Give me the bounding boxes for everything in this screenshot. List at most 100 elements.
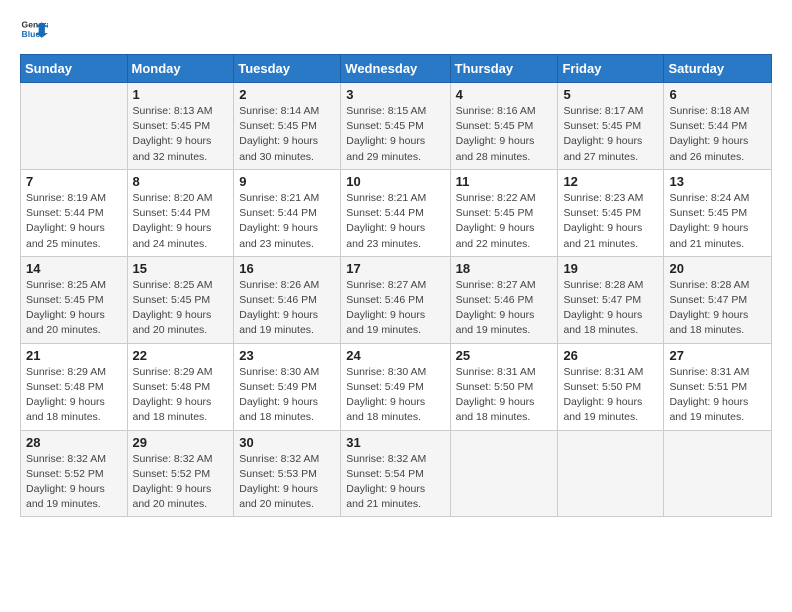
day-number: 10 <box>346 174 444 189</box>
day-info: Sunrise: 8:32 AMSunset: 5:53 PMDaylight:… <box>239 452 335 513</box>
day-info: Sunrise: 8:32 AMSunset: 5:52 PMDaylight:… <box>26 452 122 513</box>
day-info: Sunrise: 8:28 AMSunset: 5:47 PMDaylight:… <box>563 278 658 339</box>
day-cell: 11Sunrise: 8:22 AMSunset: 5:45 PMDayligh… <box>450 169 558 256</box>
day-number: 15 <box>133 261 229 276</box>
header-cell-wednesday: Wednesday <box>341 55 450 83</box>
day-cell: 19 Sunrise: 8:28 AMSunset: 5:47 PMDayligh… <box>558 256 664 343</box>
day-info: Sunrise: 8:30 AMSunset: 5:49 PMDaylight:… <box>239 365 335 426</box>
day-cell <box>21 83 128 170</box>
day-number: 8 <box>133 174 229 189</box>
day-info: Sunrise: 8:31 AMSunset: 5:50 PMDaylight:… <box>456 365 553 426</box>
day-number: 20 <box>669 261 766 276</box>
day-cell: 2 Sunrise: 8:14 AMSunset: 5:45 PMDaylight… <box>234 83 341 170</box>
page: General Blue SundayMondayTuesdayWednesda… <box>0 0 792 612</box>
calendar-body: 1Sunrise: 8:13 AMSunset: 5:45 PMDaylight… <box>21 83 772 517</box>
week-row-4: 28Sunrise: 8:32 AMSunset: 5:52 PMDayligh… <box>21 430 772 517</box>
day-number: 11 <box>456 174 553 189</box>
header: General Blue <box>20 16 772 44</box>
day-number: 25 <box>456 348 553 363</box>
header-row: SundayMondayTuesdayWednesdayThursdayFrid… <box>21 55 772 83</box>
day-info: Sunrise: 8:21 AMSunset: 5:44 PMDaylight:… <box>239 191 335 252</box>
day-cell: 24 Sunrise: 8:30 AMSunset: 5:49 PMDayligh… <box>341 343 450 430</box>
day-cell: 7 Sunrise: 8:19 AMSunset: 5:44 PMDaylight… <box>21 169 128 256</box>
day-number: 9 <box>239 174 335 189</box>
day-number: 2 <box>239 87 335 102</box>
day-cell: 14 Sunrise: 8:25 AMSunset: 5:45 PMDayligh… <box>21 256 128 343</box>
day-info: Sunrise: 8:29 AMSunset: 5:48 PMDaylight:… <box>133 365 229 426</box>
day-cell: 3Sunrise: 8:15 AMSunset: 5:45 PMDaylight… <box>341 83 450 170</box>
week-row-3: 21 Sunrise: 8:29 AMSunset: 5:48 PMDayligh… <box>21 343 772 430</box>
day-number: 6 <box>669 87 766 102</box>
header-cell-saturday: Saturday <box>664 55 772 83</box>
day-info: Sunrise: 8:25 AMSunset: 5:45 PMDaylight:… <box>26 278 122 339</box>
day-cell: 29Sunrise: 8:32 AMSunset: 5:52 PMDayligh… <box>127 430 234 517</box>
day-cell: 21 Sunrise: 8:29 AMSunset: 5:48 PMDayligh… <box>21 343 128 430</box>
day-cell: 30 Sunrise: 8:32 AMSunset: 5:53 PMDayligh… <box>234 430 341 517</box>
day-cell: 10 Sunrise: 8:21 AMSunset: 5:44 PMDayligh… <box>341 169 450 256</box>
day-number: 13 <box>669 174 766 189</box>
day-info: Sunrise: 8:32 AMSunset: 5:54 PMDaylight:… <box>346 452 444 513</box>
day-number: 29 <box>133 435 229 450</box>
day-cell: 28Sunrise: 8:32 AMSunset: 5:52 PMDayligh… <box>21 430 128 517</box>
day-number: 3 <box>346 87 444 102</box>
day-number: 26 <box>563 348 658 363</box>
day-cell: 8 Sunrise: 8:20 AMSunset: 5:44 PMDaylight… <box>127 169 234 256</box>
header-cell-thursday: Thursday <box>450 55 558 83</box>
day-cell: 1Sunrise: 8:13 AMSunset: 5:45 PMDaylight… <box>127 83 234 170</box>
day-cell: 26 Sunrise: 8:31 AMSunset: 5:50 PMDayligh… <box>558 343 664 430</box>
day-info: Sunrise: 8:31 AMSunset: 5:50 PMDaylight:… <box>563 365 658 426</box>
header-cell-friday: Friday <box>558 55 664 83</box>
day-cell: 31 Sunrise: 8:32 AMSunset: 5:54 PMDayligh… <box>341 430 450 517</box>
day-number: 16 <box>239 261 335 276</box>
day-cell <box>450 430 558 517</box>
day-cell: 23 Sunrise: 8:30 AMSunset: 5:49 PMDayligh… <box>234 343 341 430</box>
day-number: 4 <box>456 87 553 102</box>
day-number: 30 <box>239 435 335 450</box>
day-number: 17 <box>346 261 444 276</box>
day-number: 19 <box>563 261 658 276</box>
day-cell: 22 Sunrise: 8:29 AMSunset: 5:48 PMDayligh… <box>127 343 234 430</box>
day-cell: 4 Sunrise: 8:16 AMSunset: 5:45 PMDaylight… <box>450 83 558 170</box>
day-info: Sunrise: 8:30 AMSunset: 5:49 PMDaylight:… <box>346 365 444 426</box>
day-info: Sunrise: 8:31 AMSunset: 5:51 PMDaylight:… <box>669 365 766 426</box>
day-info: Sunrise: 8:18 AMSunset: 5:44 PMDaylight:… <box>669 104 766 165</box>
day-info: Sunrise: 8:25 AMSunset: 5:45 PMDaylight:… <box>133 278 229 339</box>
header-cell-tuesday: Tuesday <box>234 55 341 83</box>
week-row-1: 7 Sunrise: 8:19 AMSunset: 5:44 PMDaylight… <box>21 169 772 256</box>
day-cell: 9 Sunrise: 8:21 AMSunset: 5:44 PMDaylight… <box>234 169 341 256</box>
header-cell-sunday: Sunday <box>21 55 128 83</box>
week-row-2: 14 Sunrise: 8:25 AMSunset: 5:45 PMDayligh… <box>21 256 772 343</box>
day-info: Sunrise: 8:24 AMSunset: 5:45 PMDaylight:… <box>669 191 766 252</box>
day-cell: 12 Sunrise: 8:23 AMSunset: 5:45 PMDayligh… <box>558 169 664 256</box>
day-number: 21 <box>26 348 122 363</box>
day-cell: 27Sunrise: 8:31 AMSunset: 5:51 PMDayligh… <box>664 343 772 430</box>
day-info: Sunrise: 8:23 AMSunset: 5:45 PMDaylight:… <box>563 191 658 252</box>
day-info: Sunrise: 8:20 AMSunset: 5:44 PMDaylight:… <box>133 191 229 252</box>
day-info: Sunrise: 8:16 AMSunset: 5:45 PMDaylight:… <box>456 104 553 165</box>
day-info: Sunrise: 8:29 AMSunset: 5:48 PMDaylight:… <box>26 365 122 426</box>
day-cell: 13 Sunrise: 8:24 AMSunset: 5:45 PMDayligh… <box>664 169 772 256</box>
day-number: 7 <box>26 174 122 189</box>
day-info: Sunrise: 8:27 AMSunset: 5:46 PMDaylight:… <box>456 278 553 339</box>
day-cell: 17 Sunrise: 8:27 AMSunset: 5:46 PMDayligh… <box>341 256 450 343</box>
day-info: Sunrise: 8:27 AMSunset: 5:46 PMDaylight:… <box>346 278 444 339</box>
day-cell <box>558 430 664 517</box>
day-info: Sunrise: 8:17 AMSunset: 5:45 PMDaylight:… <box>563 104 658 165</box>
day-info: Sunrise: 8:19 AMSunset: 5:44 PMDaylight:… <box>26 191 122 252</box>
day-number: 23 <box>239 348 335 363</box>
day-cell: 15 Sunrise: 8:25 AMSunset: 5:45 PMDayligh… <box>127 256 234 343</box>
day-info: Sunrise: 8:14 AMSunset: 5:45 PMDaylight:… <box>239 104 335 165</box>
day-cell: 6 Sunrise: 8:18 AMSunset: 5:44 PMDaylight… <box>664 83 772 170</box>
day-number: 5 <box>563 87 658 102</box>
day-info: Sunrise: 8:21 AMSunset: 5:44 PMDaylight:… <box>346 191 444 252</box>
day-number: 24 <box>346 348 444 363</box>
day-number: 1 <box>133 87 229 102</box>
logo: General Blue <box>20 16 52 44</box>
day-info: Sunrise: 8:26 AMSunset: 5:46 PMDaylight:… <box>239 278 335 339</box>
day-cell: 20Sunrise: 8:28 AMSunset: 5:47 PMDayligh… <box>664 256 772 343</box>
day-cell: 5 Sunrise: 8:17 AMSunset: 5:45 PMDaylight… <box>558 83 664 170</box>
day-number: 12 <box>563 174 658 189</box>
day-number: 22 <box>133 348 229 363</box>
day-number: 14 <box>26 261 122 276</box>
day-number: 31 <box>346 435 444 450</box>
